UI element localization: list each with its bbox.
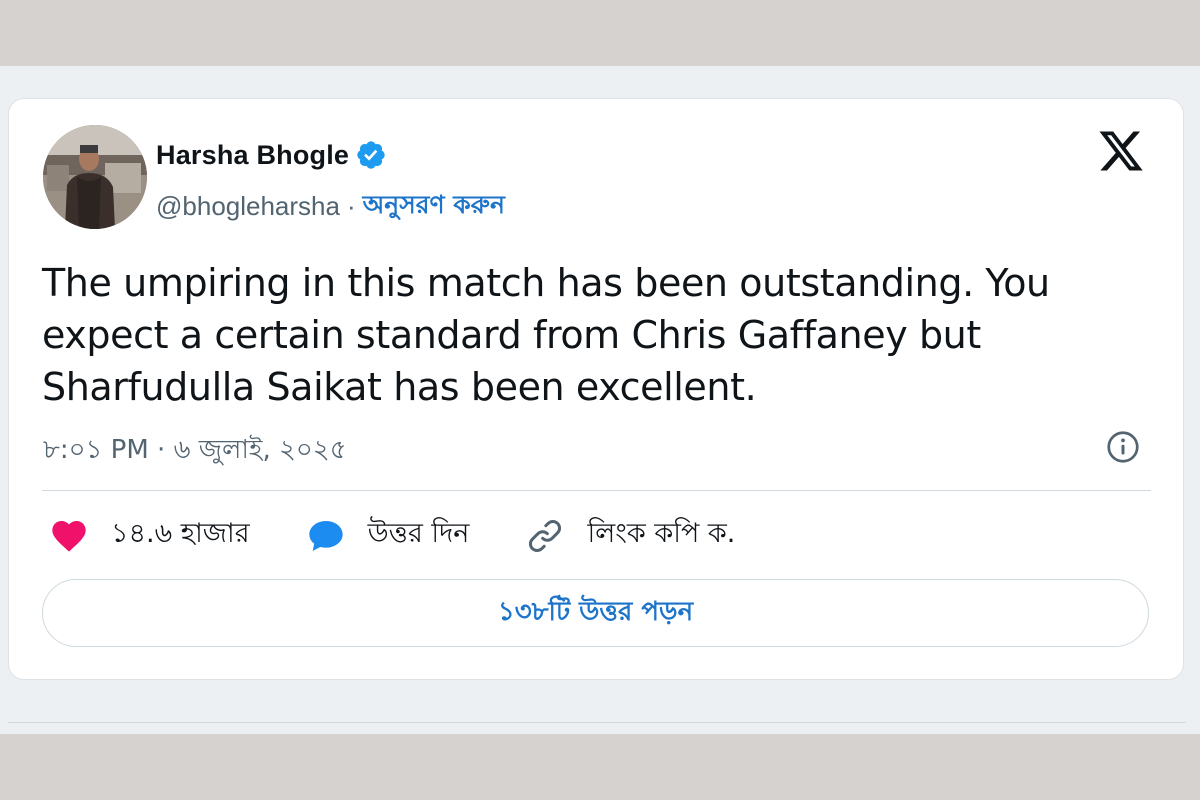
separator: · (346, 191, 356, 221)
link-icon (529, 519, 562, 552)
copy-link-button[interactable]: লিংক কপি ক. (525, 513, 735, 558)
read-replies-label: ১৩৮টি উত্তর পড়ন (497, 597, 694, 627)
heart-icon (52, 520, 86, 552)
tweet-timestamp[interactable]: ৮:০১ PM · ৬ জুলাই, ২০২৫ (43, 429, 347, 473)
author-handle[interactable]: @bhogleharsha (156, 191, 340, 222)
verified-badge-icon (357, 141, 385, 169)
x-logo-icon[interactable] (1097, 127, 1145, 175)
read-replies-button[interactable]: ১৩৮টি উত্তর পড়ন (42, 579, 1149, 647)
profile-photo (43, 125, 147, 229)
avatar[interactable] (43, 125, 147, 229)
info-icon[interactable] (1105, 429, 1141, 465)
follow-button[interactable]: অনুসরণ করুন (363, 185, 505, 228)
divider (8, 722, 1186, 723)
author-name[interactable]: Harsha Bhogle (156, 140, 349, 171)
tweet-card: Harsha Bhogle @bhogleharsha · অনুসরণ করু… (8, 98, 1184, 680)
divider (42, 490, 1151, 491)
like-button[interactable]: ১৪.৬ হাজার (49, 513, 250, 558)
action-bar: ১৪.৬ হাজার উত্তর দিন লিংক কপি ক. (49, 513, 791, 558)
reply-button[interactable]: উত্তর দিন (306, 513, 470, 558)
speech-bubble-icon (308, 520, 343, 551)
reply-label: উত্তর দিন (367, 518, 470, 549)
copy-link-label: লিংক কপি ক. (587, 518, 736, 549)
tweet-text: The umpiring in this match has been outs… (42, 261, 1050, 409)
likes-count: ১৪.৬ হাজার (111, 518, 250, 549)
